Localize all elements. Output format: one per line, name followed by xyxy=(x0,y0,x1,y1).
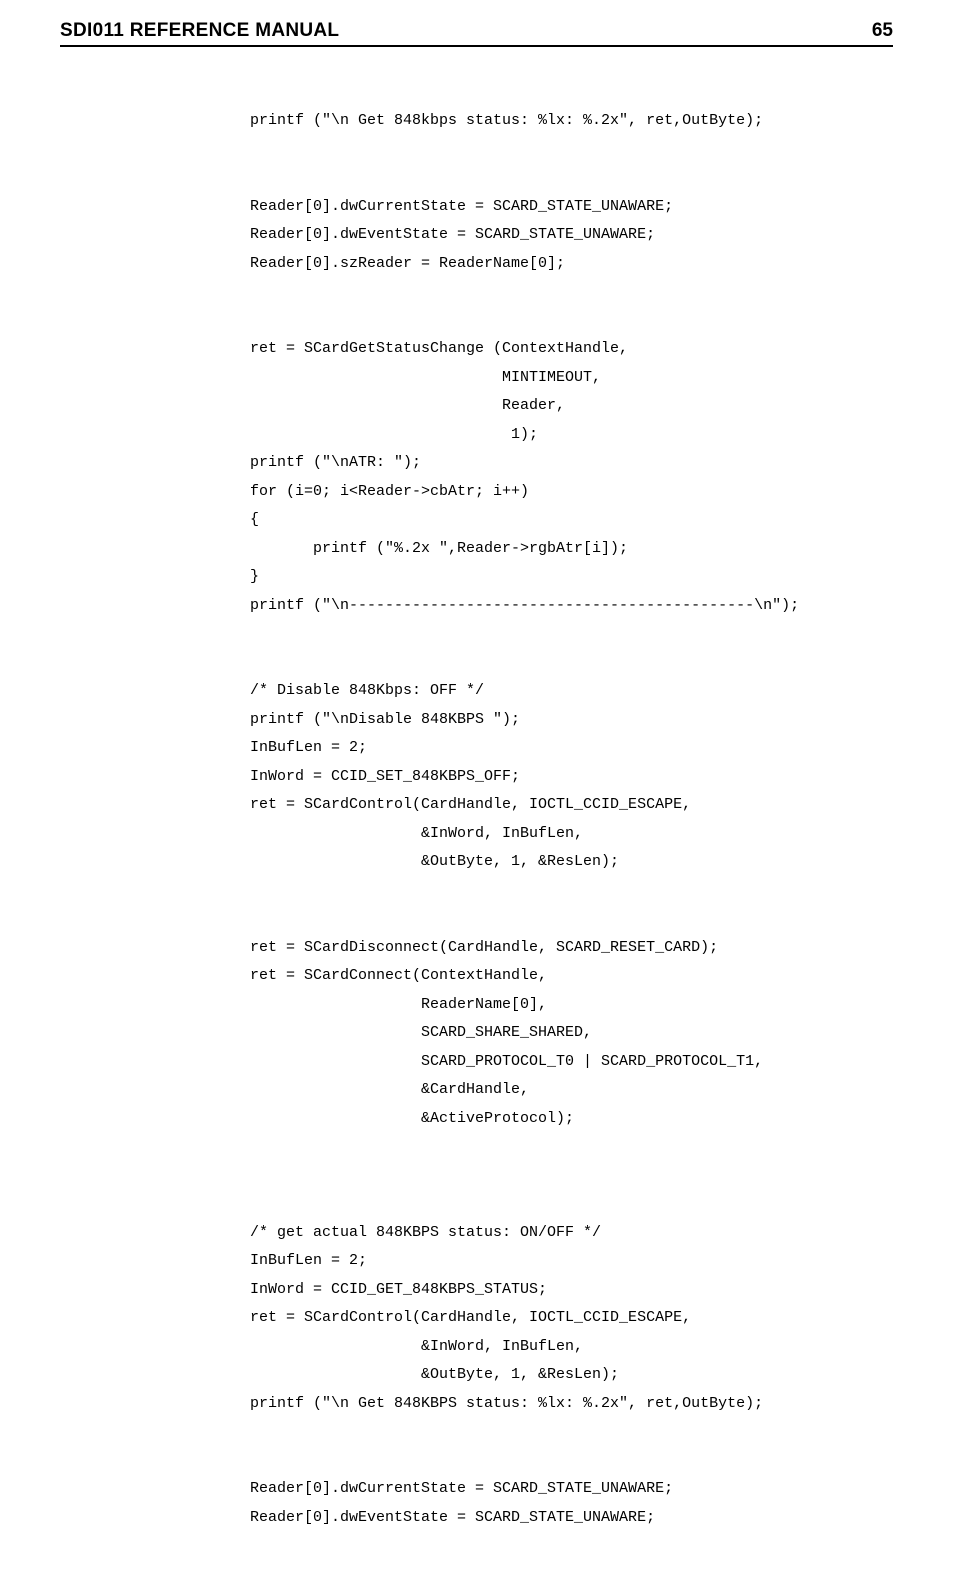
code-listing: printf ("\n Get 848kbps status: %lx: %.2… xyxy=(60,107,893,1532)
title-part3: M xyxy=(255,20,271,41)
document-title: SDI011 REFERENCE MANUAL xyxy=(60,20,339,42)
title-part2: EFERENCE xyxy=(144,20,250,41)
title-part1: SDI011 R xyxy=(60,20,144,41)
page: SDI011 REFERENCE MANUAL 65 printf ("\n G… xyxy=(0,0,953,1572)
page-header: SDI011 REFERENCE MANUAL 65 xyxy=(60,20,893,47)
title-part4: ANUAL xyxy=(271,20,339,41)
page-number: 65 xyxy=(872,20,893,42)
